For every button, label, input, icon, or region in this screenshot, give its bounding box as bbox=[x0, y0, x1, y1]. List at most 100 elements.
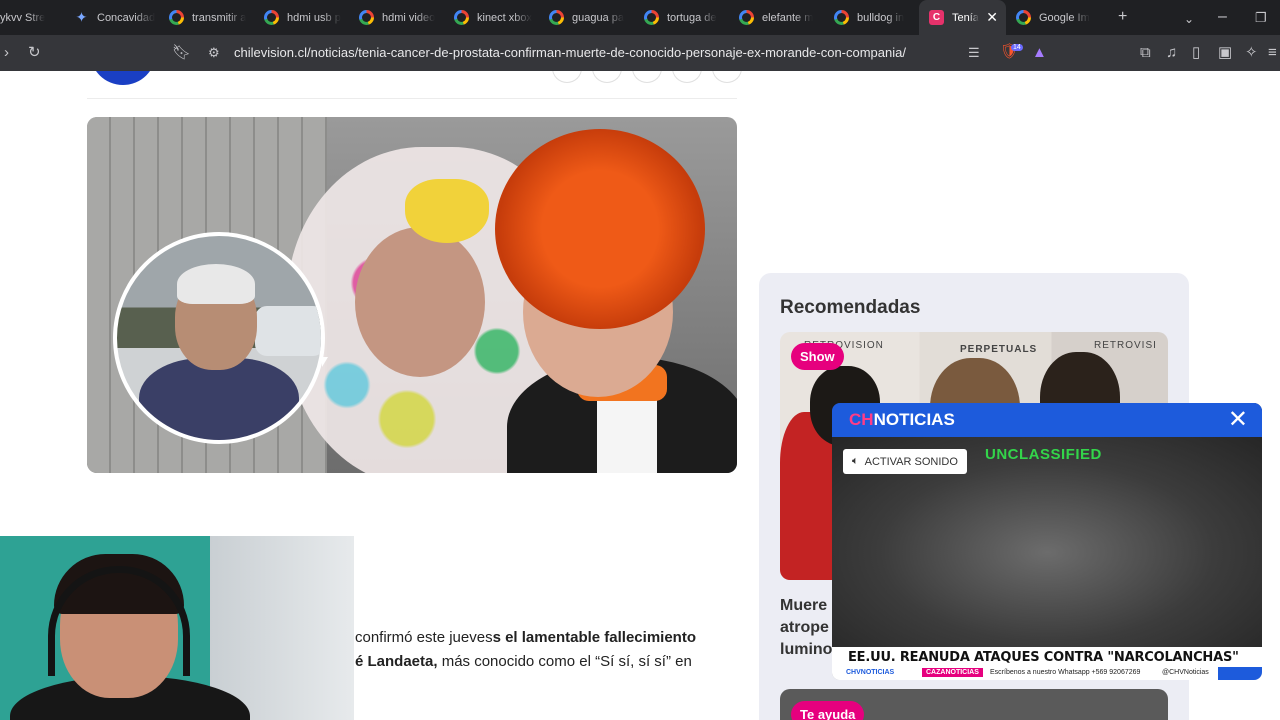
unmute-button[interactable]: 🔈︎ ACTIVAR SONIDO bbox=[843, 449, 967, 474]
tab-label: ykvv Stre bbox=[0, 11, 46, 24]
tab-2[interactable]: transmitir a bbox=[159, 0, 254, 35]
menu-icon[interactable]: ≡ bbox=[1268, 44, 1277, 62]
unmute-label: ACTIVAR SONIDO bbox=[864, 455, 958, 468]
tab-label: Google Im bbox=[1039, 11, 1090, 24]
tab-8[interactable]: elefante m bbox=[729, 0, 824, 35]
google-icon bbox=[169, 10, 184, 25]
author-avatar bbox=[90, 71, 156, 85]
google-icon bbox=[359, 10, 374, 25]
share-x-icon[interactable] bbox=[632, 71, 662, 83]
extensions-icon[interactable]: ⧉ bbox=[1140, 44, 1151, 62]
article-line-2: é Landaeta, más conocido como el “Sí sí,… bbox=[355, 653, 692, 670]
new-tab-icon[interactable]: + bbox=[1118, 8, 1127, 26]
tab-11[interactable]: Google Im bbox=[1006, 0, 1101, 35]
card-title-line: atrope bbox=[780, 619, 829, 636]
ticker-headline: EE.UU. REANUDA ATAQUES CONTRA "NARCOLANC… bbox=[848, 650, 1239, 665]
ticker-pill: CAZANOTICIAS bbox=[922, 668, 983, 677]
card-title-line: Muere bbox=[780, 597, 828, 614]
google-icon bbox=[1016, 10, 1031, 25]
tab-6[interactable]: guagua pa bbox=[539, 0, 634, 35]
reload-icon[interactable]: ↻ bbox=[28, 44, 41, 62]
tab-5[interactable]: kinect xbox bbox=[444, 0, 539, 35]
category-badge[interactable]: Te ayuda bbox=[791, 701, 865, 720]
rewards-icon[interactable]: ▲ bbox=[1032, 44, 1047, 62]
inset-portrait bbox=[113, 232, 325, 444]
share-linkedin-icon[interactable] bbox=[672, 71, 702, 83]
player-header: CHNOTICIAS ✕ bbox=[832, 403, 1262, 437]
shield-count-badge: 14 bbox=[1011, 44, 1023, 51]
sidebar-icon[interactable]: ▯ bbox=[1192, 44, 1200, 62]
chv-icon: C bbox=[929, 10, 944, 25]
tab-3[interactable]: hdmi usb p bbox=[254, 0, 349, 35]
tab-0[interactable]: ykvv Stre bbox=[0, 0, 64, 35]
forward-icon[interactable]: › bbox=[4, 44, 9, 62]
article-bold-span: s el lamentable fallecimiento bbox=[492, 629, 696, 646]
ticker-whatsapp: Escríbenos a nuestro Whatsapp +569 92067… bbox=[990, 669, 1141, 676]
tab-1[interactable]: ✦ Concavidad bbox=[64, 0, 159, 35]
tab-label: hdmi usb p bbox=[287, 11, 341, 24]
leo-ai-icon[interactable]: ✧ bbox=[1245, 44, 1258, 62]
ticker-logo: CHVNOTICIAS bbox=[846, 669, 895, 676]
recommended-heading: Recomendadas bbox=[780, 297, 921, 318]
tab-strip: ykvv Stre ✦ Concavidad transmitir a hdmi … bbox=[0, 0, 1280, 35]
ticker-social: @CHVNoticias bbox=[1162, 669, 1209, 676]
reader-mode-icon[interactable]: ☰ bbox=[968, 44, 980, 62]
tab-label: Concavidad bbox=[97, 11, 155, 24]
tab-4[interactable]: hdmi video bbox=[349, 0, 444, 35]
tab-label: hdmi video bbox=[382, 11, 436, 24]
restore-icon[interactable]: ❐ bbox=[1255, 9, 1267, 27]
tab-label: transmitir a bbox=[192, 11, 247, 24]
article-line-1: confirmó este juevess el lamentable fall… bbox=[355, 629, 696, 646]
site-info-icon[interactable]: ⚙ bbox=[208, 44, 220, 62]
google-icon bbox=[549, 10, 564, 25]
chv-noticias-logo: CHNOTICIAS bbox=[849, 410, 955, 429]
speaker-muted-icon: 🔈︎ bbox=[852, 455, 859, 467]
card-title[interactable]: Muere atrope lumino bbox=[780, 595, 832, 661]
article-bold-span: é Landaeta, bbox=[355, 653, 438, 670]
category-badge[interactable]: Show bbox=[791, 343, 844, 370]
sparkle-icon: ✦ bbox=[75, 9, 88, 25]
share-whatsapp-icon[interactable] bbox=[592, 71, 622, 83]
recommended-card[interactable]: Te ayuda bbox=[780, 689, 1168, 720]
media-icon[interactable]: ♫ bbox=[1166, 44, 1177, 62]
banner-text: RETROVISI bbox=[1094, 340, 1157, 351]
mouse-cursor bbox=[322, 357, 328, 367]
tab-label: guagua pa bbox=[572, 11, 624, 24]
tab-9[interactable]: bulldog in bbox=[824, 0, 919, 35]
share-link-icon[interactable] bbox=[712, 71, 742, 83]
wallet-icon[interactable]: ▣ bbox=[1218, 44, 1232, 62]
banner-text: PERPETUALS bbox=[960, 344, 1038, 355]
tab-label: Tenía bbox=[952, 11, 979, 24]
google-icon bbox=[834, 10, 849, 25]
tab-label: bulldog in bbox=[857, 11, 905, 24]
tab-label: kinect xbox bbox=[477, 11, 533, 24]
video-overlay-text: UNCLASSIFIED bbox=[985, 446, 1102, 463]
google-icon bbox=[644, 10, 659, 25]
tab-7[interactable]: tortuga de bbox=[634, 0, 729, 35]
close-player-icon[interactable]: ✕ bbox=[1228, 407, 1248, 433]
toolbar: › ↻ 🔖︎ ⚙ chilevision.cl/noticias/tenia-c… bbox=[0, 35, 1280, 71]
floating-video-player: CHNOTICIAS ✕ 🔈︎ ACTIVAR SONIDO UNCLASSIFI… bbox=[832, 403, 1262, 680]
ticker-bar: CHVNOTICIAS CAZANOTICIAS Escríbenos a nu… bbox=[832, 667, 1262, 680]
article-text-span: más conocido como el “Sí sí, sí sí” en bbox=[437, 653, 692, 670]
card-title-line: lumino bbox=[780, 641, 833, 658]
share-buttons bbox=[552, 71, 742, 83]
google-icon bbox=[454, 10, 469, 25]
minimize-icon[interactable]: – bbox=[1218, 8, 1227, 26]
webcam-overlay bbox=[0, 536, 354, 720]
omnibox[interactable]: ⚙ chilevision.cl/noticias/tenia-cancer-d… bbox=[198, 39, 998, 67]
close-tab-icon[interactable]: ✕ bbox=[986, 9, 998, 25]
divider bbox=[87, 98, 737, 99]
tab-10-active[interactable]: C Tenía ✕ bbox=[919, 0, 1006, 35]
bookmark-icon[interactable]: 🔖︎ bbox=[172, 44, 191, 62]
tab-label: elefante m bbox=[762, 11, 814, 24]
share-facebook-icon[interactable] bbox=[552, 71, 582, 83]
video-area[interactable]: 🔈︎ ACTIVAR SONIDO UNCLASSIFIED bbox=[832, 437, 1262, 647]
hero-image bbox=[87, 117, 737, 473]
google-icon bbox=[739, 10, 754, 25]
tab-label: tortuga de bbox=[667, 11, 717, 24]
news-ticker: EE.UU. REANUDA ATAQUES CONTRA "NARCOLANC… bbox=[832, 647, 1262, 680]
url-text[interactable]: chilevision.cl/noticias/tenia-cancer-de-… bbox=[234, 45, 906, 60]
tab-search-chevron-icon[interactable]: ⌄ bbox=[1184, 10, 1194, 28]
google-icon bbox=[264, 10, 279, 25]
